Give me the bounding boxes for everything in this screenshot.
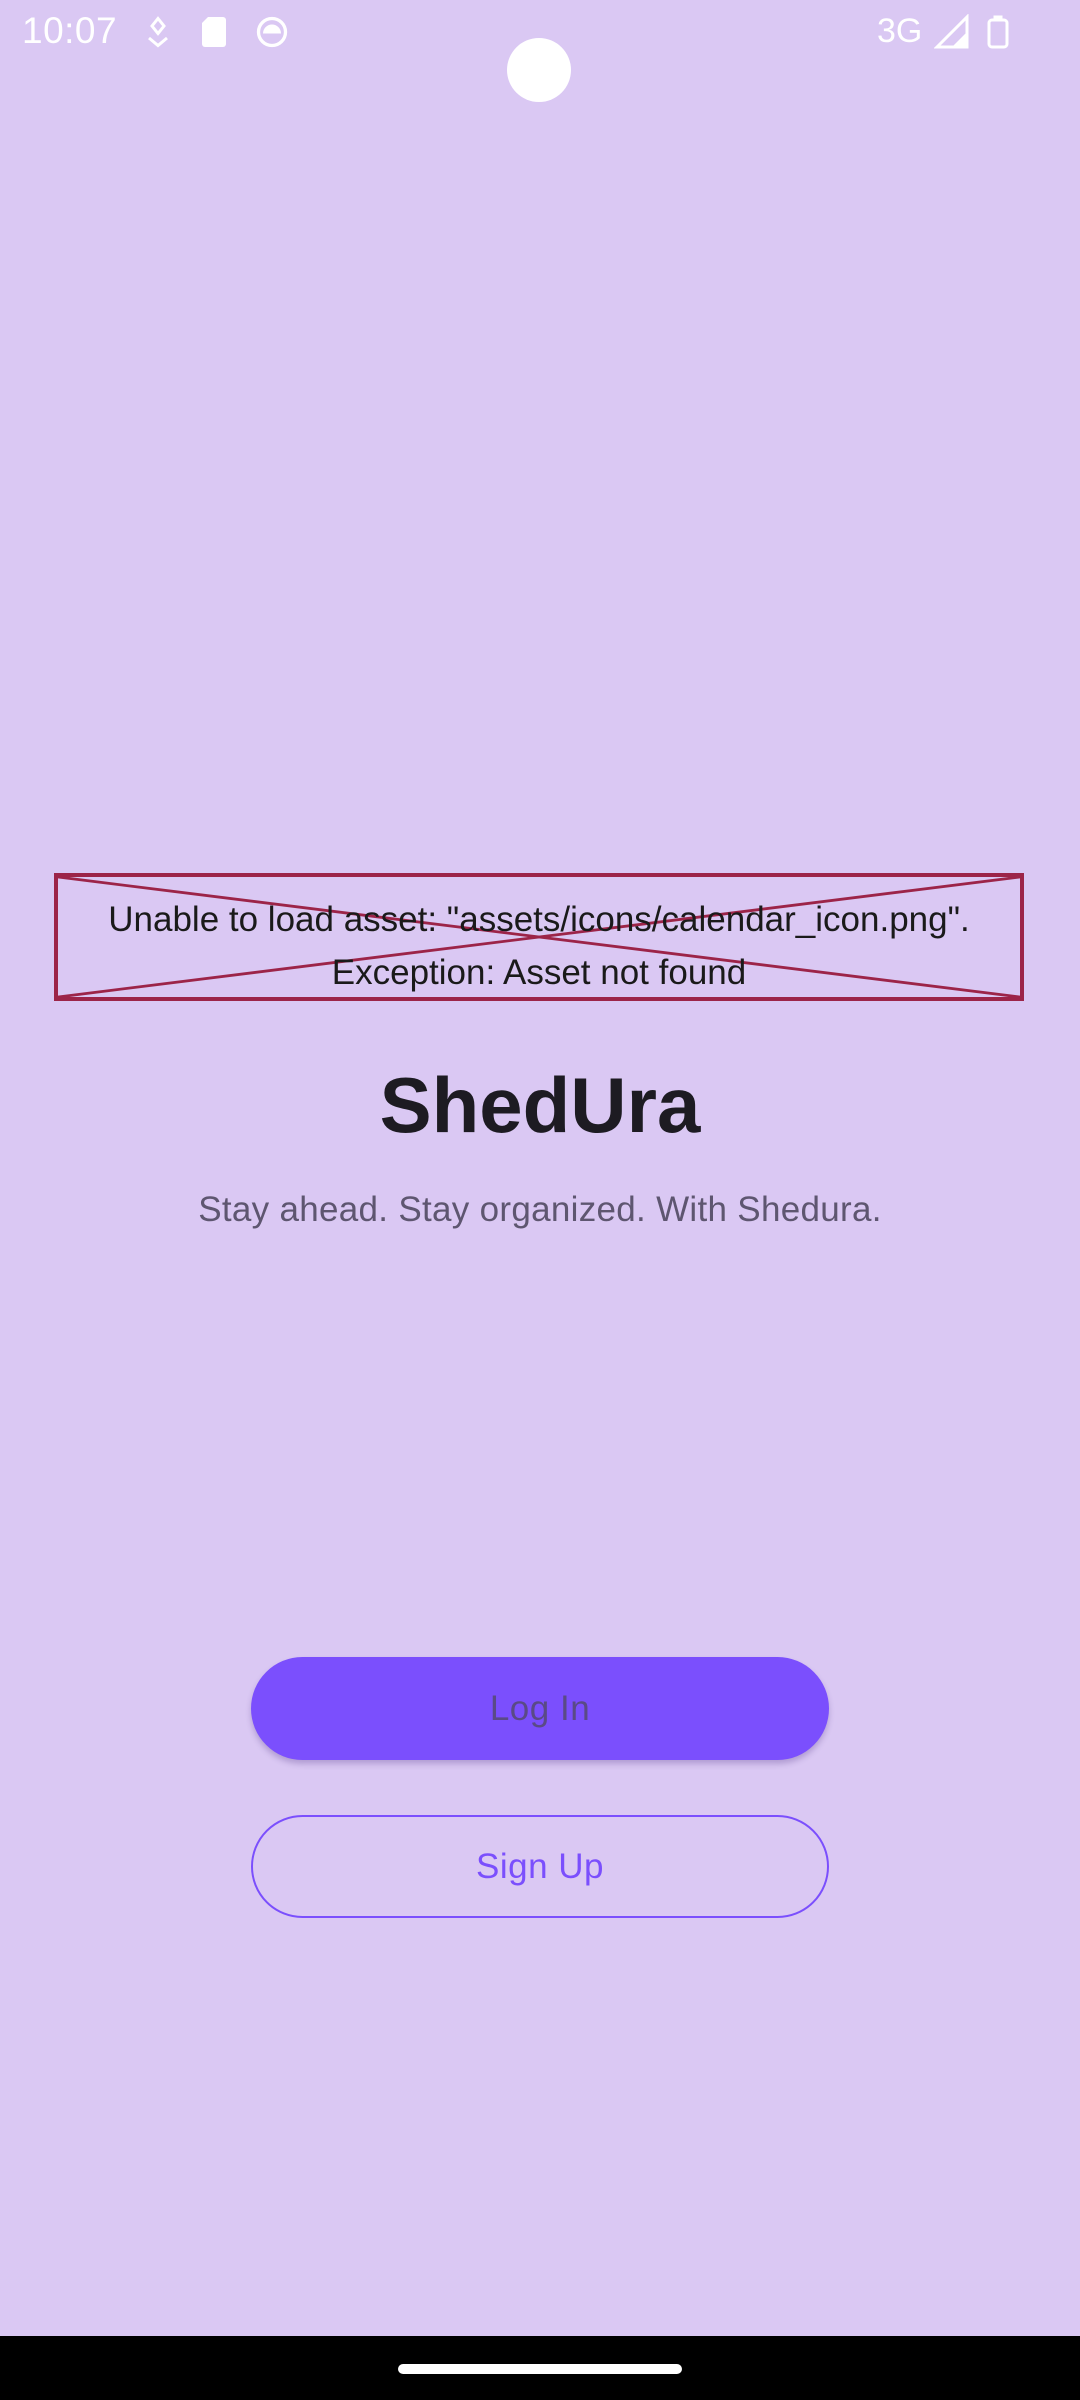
asset-error-message: Unable to load asset: "assets/icons/cale… bbox=[58, 893, 1020, 999]
battery-icon bbox=[987, 15, 1009, 49]
app-title: ShedUra bbox=[379, 1061, 701, 1149]
home-gesture-handle[interactable] bbox=[398, 2364, 682, 2374]
login-button[interactable]: Log In bbox=[251, 1657, 829, 1760]
missing-asset-placeholder: Unable to load asset: "assets/icons/cale… bbox=[54, 873, 1024, 1001]
signup-button[interactable]: Sign Up bbox=[251, 1815, 829, 1918]
android-icon bbox=[256, 16, 288, 48]
asset-error-line-2: Exception: Asset not found bbox=[331, 953, 747, 992]
app-tagline: Stay ahead. Stay organized. With Shedura… bbox=[198, 1190, 882, 1229]
welcome-screen: 10:07 3G Unable to load asset: "assets/i… bbox=[0, 0, 1080, 2400]
asset-error-line-1: Unable to load asset: "assets/icons/cale… bbox=[108, 900, 970, 939]
location-pin-icon bbox=[148, 16, 168, 48]
status-time: 10:07 bbox=[22, 10, 118, 51]
camera-cutout bbox=[507, 38, 571, 102]
signal-icon bbox=[934, 14, 969, 49]
sd-card-icon bbox=[202, 17, 226, 47]
network-type: 3G bbox=[877, 12, 923, 50]
